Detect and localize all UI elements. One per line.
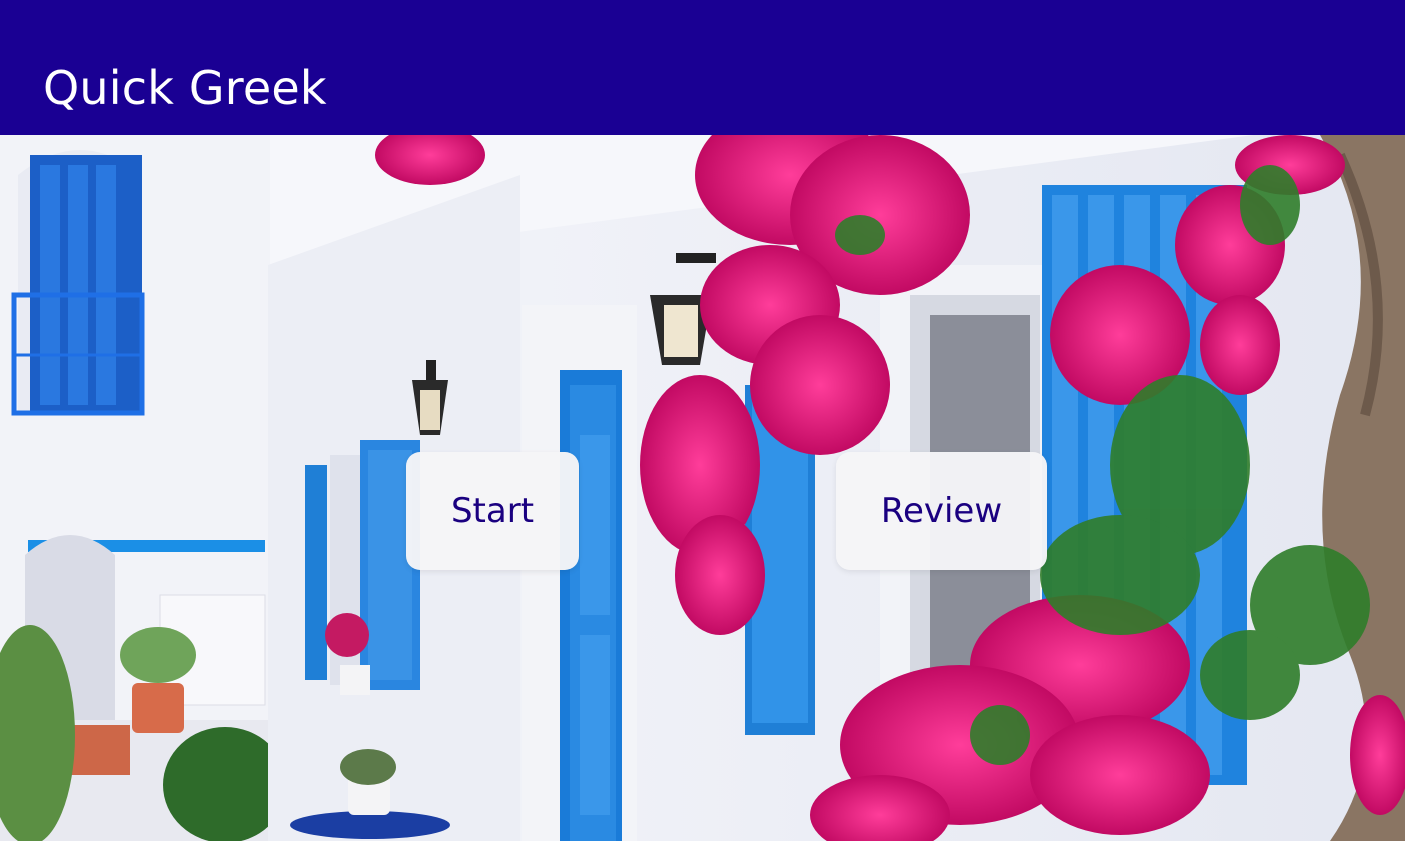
app-title: Quick Greek	[43, 61, 327, 115]
hero-background-image	[0, 135, 1405, 841]
review-button[interactable]: Review	[836, 452, 1047, 570]
start-button[interactable]: Start	[406, 452, 579, 570]
hero-scene	[0, 135, 1405, 841]
app-window: Quick Greek Start Review	[0, 0, 1405, 841]
app-header: Quick Greek	[0, 0, 1405, 135]
